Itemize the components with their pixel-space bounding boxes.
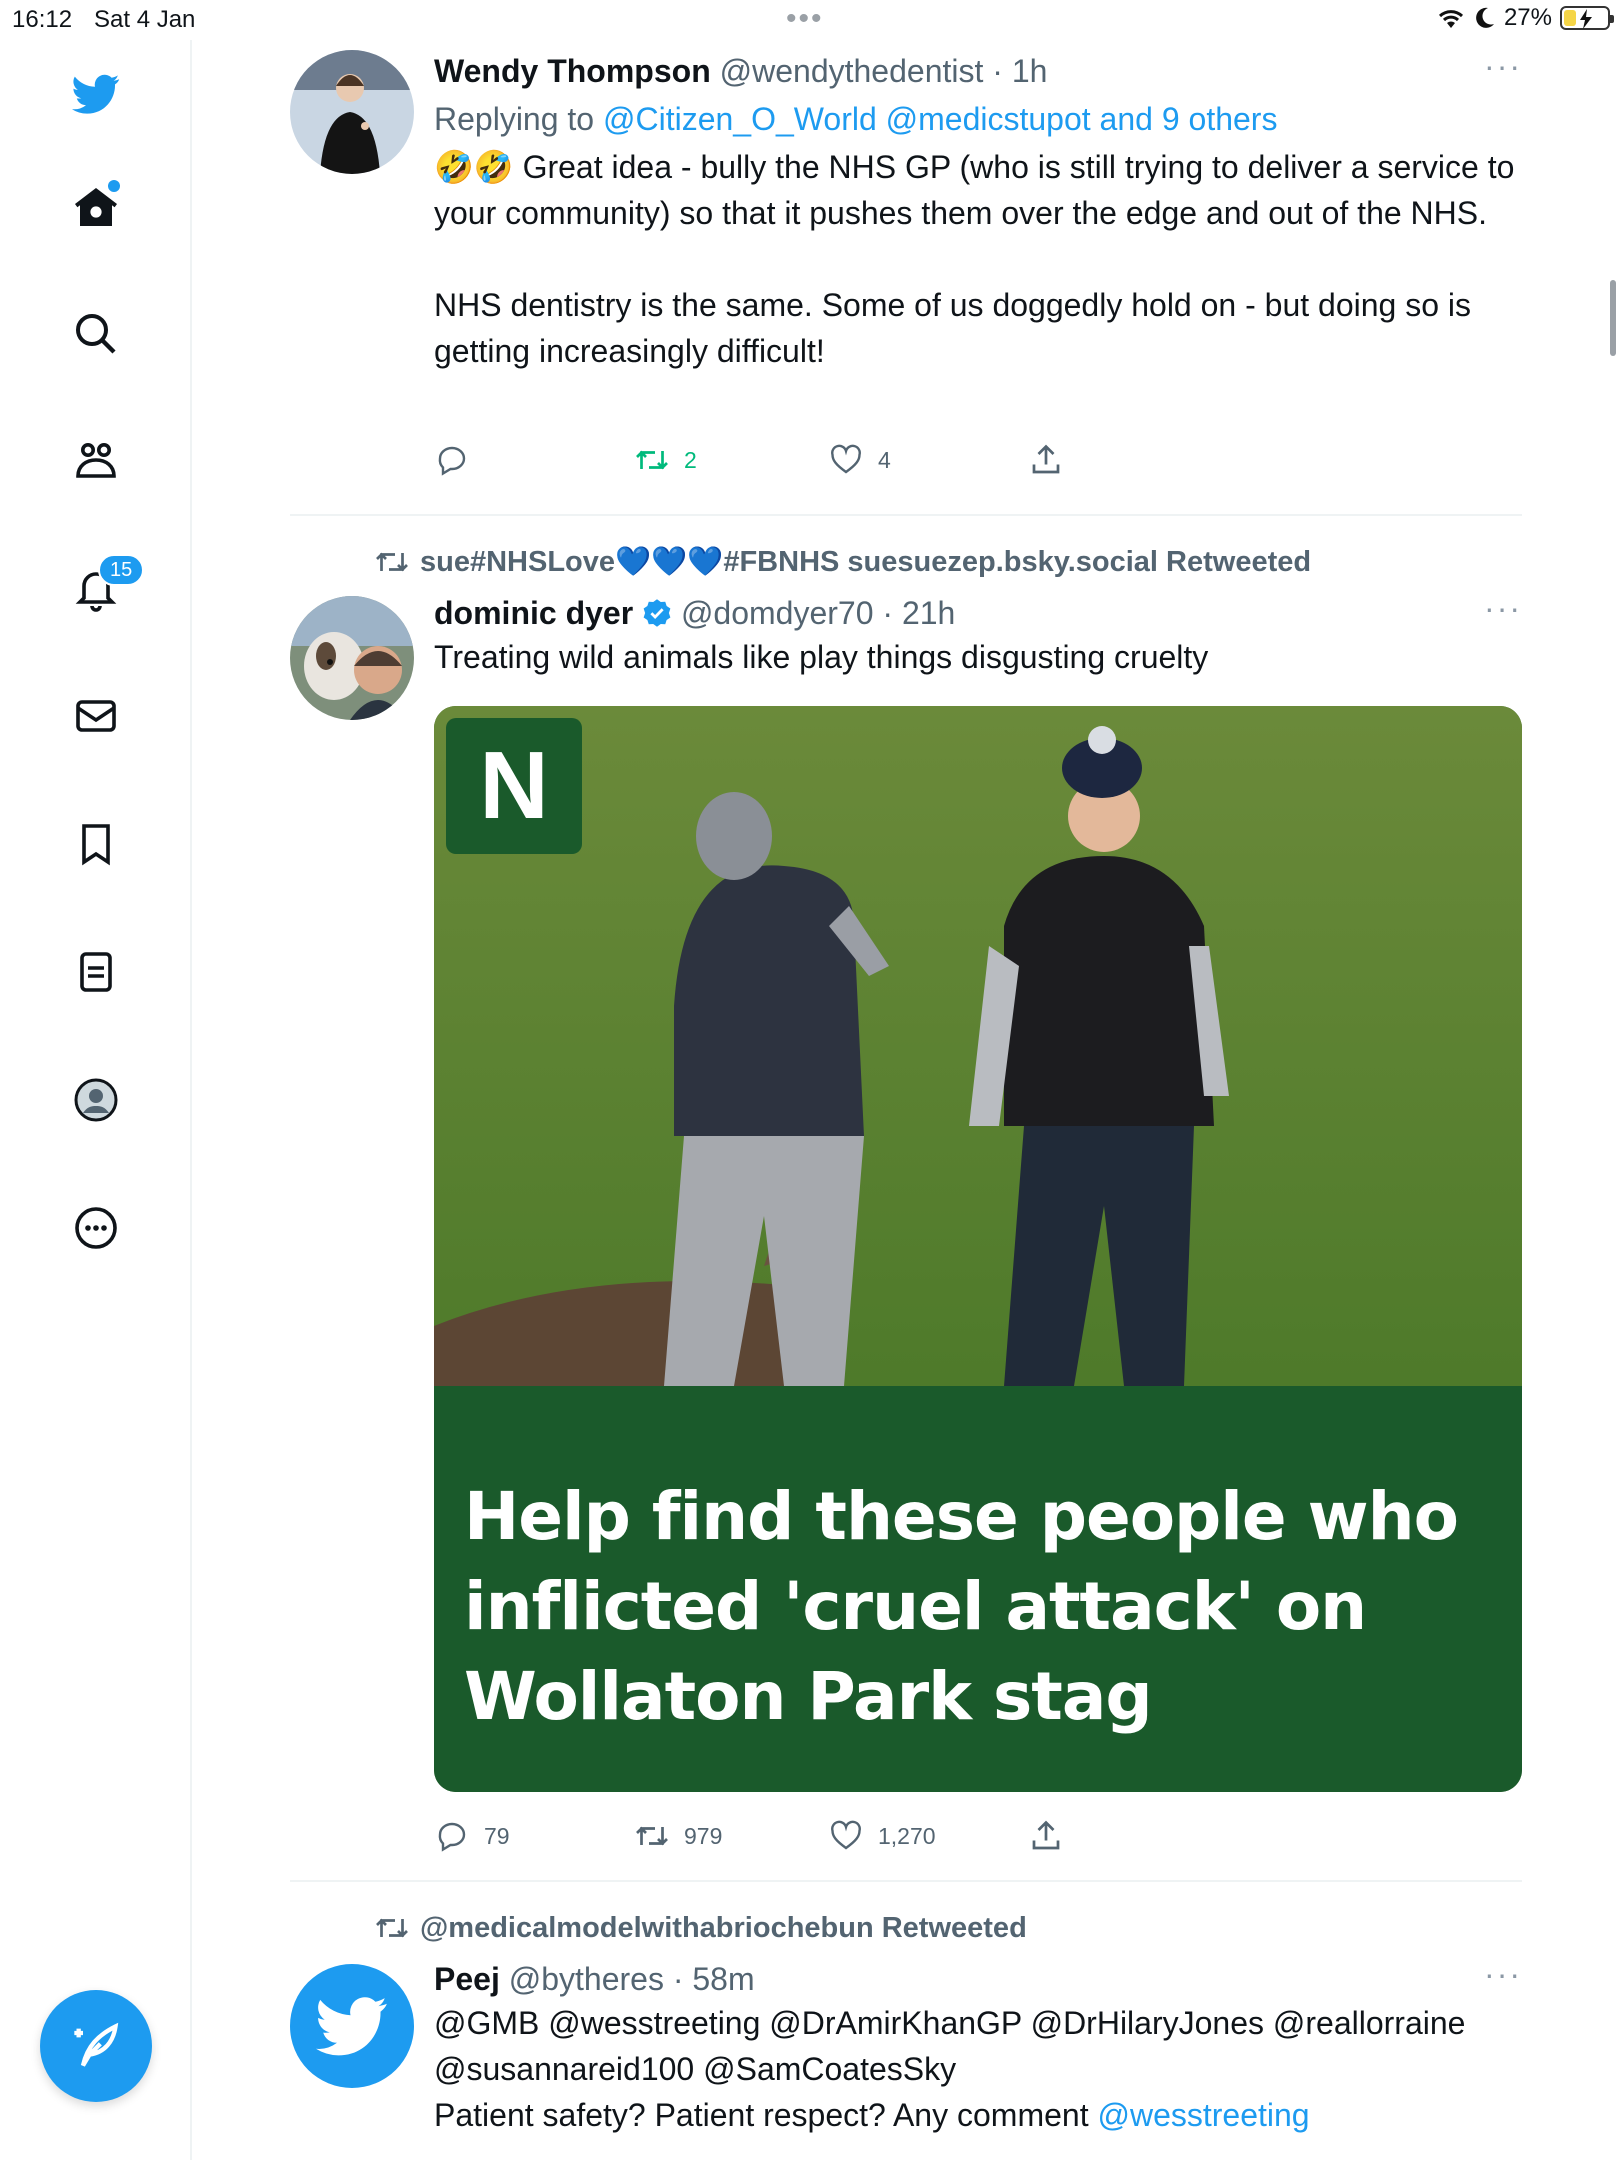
heart-icon (831, 1820, 861, 1850)
author-handle[interactable]: @domdyer70 (681, 595, 874, 631)
news-logo: N (446, 718, 582, 854)
reply-count: 79 (484, 1822, 510, 1849)
scrollbar[interactable] (1610, 280, 1616, 356)
bookmarks-icon[interactable] (66, 814, 126, 874)
retweet-button[interactable]: 979 (634, 1818, 722, 1854)
notifications-badge: 15 (98, 554, 145, 586)
avatar[interactable] (290, 50, 414, 174)
moon-icon (1476, 7, 1494, 28)
reply-icon (438, 1822, 466, 1852)
card-headline: Help find these people who inflicted 'cr… (464, 1478, 1459, 1735)
retweeted-by-text: @medicalmodelwithabriochebun Retweeted (420, 1912, 1027, 1944)
more-options-icon[interactable]: ··· (1484, 50, 1522, 82)
home-unread-dot (108, 180, 120, 192)
link-card[interactable]: N Help find these people who inflicted '… (434, 706, 1522, 1792)
tweet-header: dominic dyer @domdyer70 · 21h (434, 595, 956, 631)
status-time: 16:12 (12, 6, 73, 33)
tweet[interactable]: @medicalmodelwithabriochebun Retweeted P… (290, 1908, 1522, 2160)
profile-avatar-icon[interactable] (66, 1070, 126, 1130)
multitasking-dots-icon[interactable]: ••• (786, 2, 824, 36)
author-name[interactable]: dominic dyer (434, 595, 633, 631)
retweet-icon (636, 1826, 668, 1846)
tweet-actions: 79 979 1,270 (434, 1818, 1522, 1858)
tweet-time[interactable]: 1h (1012, 53, 1048, 89)
divider (290, 1880, 1522, 1882)
like-button[interactable]: 1,270 (828, 1818, 936, 1854)
retweet-icon (376, 552, 408, 572)
retweet-icon (376, 1918, 408, 1938)
avatar[interactable] (290, 1964, 414, 2088)
share-button[interactable] (1028, 1818, 1064, 1854)
retweet-icon (636, 450, 668, 470)
like-count: 1,270 (878, 1822, 936, 1849)
author-name[interactable]: Peej (434, 1961, 500, 1997)
tweet[interactable]: Wendy Thompson @wendythedentist · 1h ···… (290, 50, 1522, 510)
tweet-time[interactable]: 58m (692, 1961, 754, 1997)
tweet-mention-link[interactable]: @wesstreeting (1097, 2097, 1309, 2133)
messages-envelope-icon[interactable] (66, 686, 126, 746)
verified-badge-icon (643, 599, 671, 627)
status-date: Sat 4 Jan (94, 6, 196, 33)
replying-to: Replying to @Citizen_O_World @medicstupo… (434, 96, 1522, 142)
reply-button[interactable] (434, 442, 484, 478)
tweet-text-body: Patient safety? Patient respect? Any com… (434, 2097, 1089, 2133)
divider (290, 514, 1522, 516)
status-bar: 16:12 Sat 4 Jan ••• 27% (0, 0, 1620, 40)
status-right: 27% (1436, 4, 1614, 32)
wifi-icon (1438, 10, 1463, 28)
tweet-time[interactable]: 21h (902, 595, 955, 631)
share-icon (1032, 1820, 1060, 1850)
news-photo (434, 706, 1522, 1386)
avatar[interactable] (290, 596, 414, 720)
tweet-actions: 2 4 (434, 442, 1522, 482)
more-options-icon[interactable]: ··· (1484, 1958, 1522, 1990)
home-icon[interactable] (66, 178, 126, 238)
tweet-header: Peej @bytheres · 58m (434, 1961, 755, 1997)
retweeted-by-text: sue#NHSLove💙💙💙#FBNHS suesuezep.bsky.soci… (420, 546, 1312, 578)
sidebar: 15 (0, 40, 192, 2160)
compose-tweet-button[interactable] (40, 1990, 152, 2102)
tweet-mentions[interactable]: @susannareid100 @SamCoatesSky (434, 2046, 1522, 2092)
tweet-text: Treating wild animals like play things d… (434, 639, 1209, 675)
communities-icon[interactable] (66, 432, 126, 492)
twitter-logo-icon[interactable] (66, 64, 126, 124)
like-button[interactable]: 4 (828, 442, 891, 478)
like-count: 4 (878, 446, 891, 473)
tweet[interactable]: sue#NHSLove💙💙💙#FBNHS suesuezep.bsky.soci… (290, 540, 1522, 1880)
author-handle[interactable]: @bytheres (509, 1961, 664, 1997)
reply-icon (438, 446, 466, 476)
retweet-button[interactable]: 2 (634, 442, 697, 478)
share-button[interactable] (1028, 442, 1064, 478)
tweet-mentions[interactable]: @GMB @wesstreeting @DrAmirKhanGP @DrHila… (434, 2000, 1522, 2046)
twitter-bird-icon (316, 1997, 387, 2056)
replying-to-label: Replying to (434, 101, 595, 137)
more-options-icon[interactable] (66, 1198, 126, 1258)
search-icon[interactable] (66, 304, 126, 364)
tweet-text: 🤣🤣 Great idea - bully the NHS GP (who is… (434, 149, 1515, 231)
battery-percent: 27% (1503, 4, 1552, 31)
more-options-icon[interactable]: ··· (1484, 592, 1522, 624)
tweet-text: NHS dentistry is the same. Some of us do… (434, 287, 1471, 369)
retweeted-by-line[interactable]: sue#NHSLove💙💙💙#FBNHS suesuezep.bsky.soci… (374, 542, 1311, 582)
battery-icon (1560, 6, 1614, 30)
heart-icon (831, 444, 861, 474)
card-caption: Help find these people who inflicted 'cr… (434, 1386, 1522, 1792)
retweet-count: 2 (684, 446, 697, 473)
replying-to-users[interactable]: @Citizen_O_World @medicstupot and 9 othe… (603, 101, 1277, 137)
share-icon (1032, 444, 1060, 474)
retweeted-by-line[interactable]: @medicalmodelwithabriochebun Retweeted (374, 1908, 1027, 1948)
lists-icon[interactable] (66, 942, 126, 1002)
author-name[interactable]: Wendy Thompson (434, 53, 711, 89)
reply-button[interactable]: 79 (434, 1818, 510, 1854)
author-handle[interactable]: @wendythedentist (720, 53, 984, 89)
tweet-text: Patient safety? Patient respect? Any com… (434, 2092, 1522, 2138)
compose-feather-icon (74, 2022, 119, 2067)
retweet-count: 979 (684, 1822, 723, 1849)
tweet-header: Wendy Thompson @wendythedentist · 1h (434, 53, 1048, 89)
notifications-bell-icon[interactable]: 15 (66, 554, 145, 620)
